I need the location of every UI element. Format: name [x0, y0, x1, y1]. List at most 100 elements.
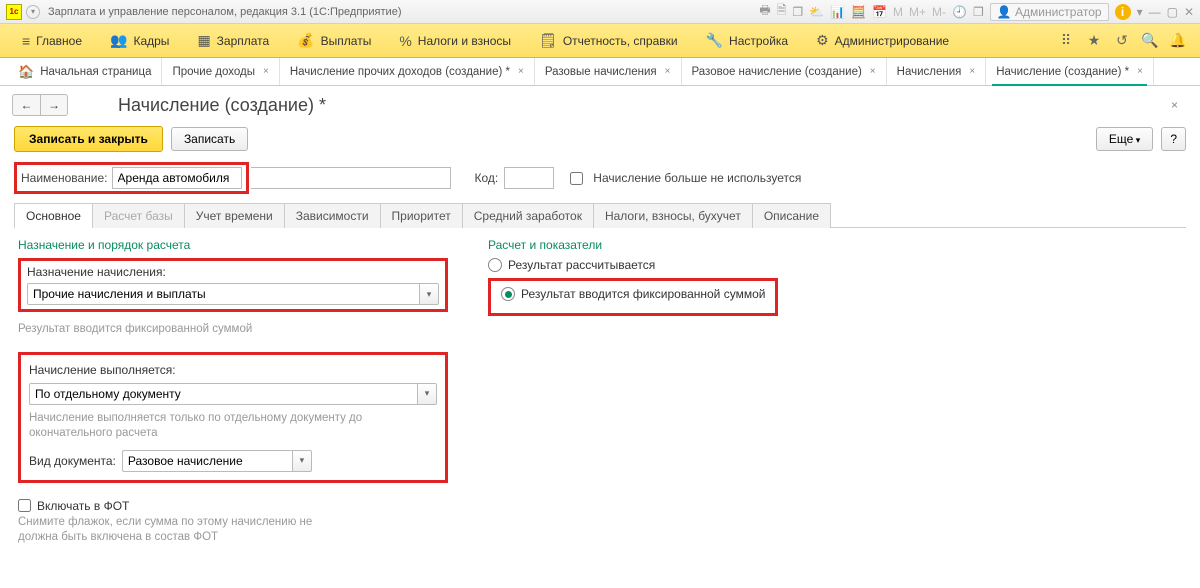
radio-label: Результат вводится фиксированной суммой: [521, 287, 765, 301]
subtab-desc[interactable]: Описание: [752, 203, 831, 228]
exec-input[interactable]: [29, 383, 417, 405]
help-button[interactable]: ?: [1161, 127, 1186, 151]
close-icon[interactable]: ×: [518, 66, 524, 77]
assign-input[interactable]: [27, 283, 419, 305]
nav-main[interactable]: ≡Главное: [8, 33, 96, 49]
tab-item[interactable]: Разовое начисление (создание)×: [682, 58, 887, 85]
nav-settings[interactable]: 🔧Настройка: [692, 32, 803, 49]
doc-type-line: Вид документа:: [29, 450, 437, 472]
highlight-fixed-result: Результат вводится фиксированной суммой: [488, 278, 778, 316]
calendar-icon[interactable]: 📅: [872, 5, 887, 19]
history-icon[interactable]: ↺: [1112, 32, 1132, 49]
window-icon[interactable]: ❐: [973, 5, 984, 19]
doc-combo[interactable]: [122, 450, 312, 472]
people-icon: 👥: [110, 32, 127, 49]
nav-taxes[interactable]: %Налоги и взносы: [385, 33, 525, 49]
doc-input[interactable]: [122, 450, 292, 472]
tab-item[interactable]: Разовые начисления×: [535, 58, 682, 85]
m-plus-icon[interactable]: M+: [909, 5, 926, 19]
name-input[interactable]: [112, 167, 242, 189]
m-icon[interactable]: M: [893, 5, 903, 19]
doc-dropdown-button[interactable]: [292, 450, 312, 472]
close-icon[interactable]: ×: [969, 66, 975, 77]
app-logo: 1c: [6, 4, 22, 20]
doc-label: Вид документа:: [29, 454, 116, 468]
highlight-execution: Начисление выполняется: Начисление выпол…: [18, 352, 448, 483]
m-minus-icon[interactable]: M-: [932, 5, 946, 19]
tab-item[interactable]: Начисление прочих доходов (создание) *×: [280, 58, 535, 85]
right-column: Расчет и показатели Результат рассчитыва…: [488, 238, 918, 483]
nav-reports[interactable]: 🗒Отчетность, справки: [525, 32, 692, 49]
section-title-purpose: Назначение и порядок расчета: [18, 238, 448, 252]
radio-calculated[interactable]: Результат рассчитывается: [488, 258, 918, 272]
close-icon[interactable]: ×: [870, 66, 876, 77]
subtab-avg[interactable]: Средний заработок: [462, 203, 594, 228]
assign-combo[interactable]: [27, 283, 439, 305]
subtab-main[interactable]: Основное: [14, 203, 93, 228]
exec-dropdown-button[interactable]: [417, 383, 437, 405]
subtab-base[interactable]: Расчет базы: [92, 203, 185, 228]
close-icon[interactable]: ×: [263, 66, 269, 77]
subtab-priority[interactable]: Приоритет: [380, 203, 463, 228]
radio-label: Результат рассчитывается: [508, 258, 655, 272]
system-menu-dropdown[interactable]: [26, 5, 40, 19]
cloud-icon[interactable]: ⛅: [809, 5, 824, 19]
nav-salary[interactable]: ▦Зарплата: [183, 32, 283, 49]
name-input-ext[interactable]: [251, 167, 451, 189]
user-button[interactable]: 👤 Администратор: [990, 3, 1109, 21]
exec-hint: Начисление выполняется только по отдельн…: [29, 411, 437, 442]
tab-item[interactable]: Прочие доходы×: [162, 58, 279, 85]
subtab-taxes[interactable]: Налоги, взносы, бухучет: [593, 203, 753, 228]
minimize-icon[interactable]: —: [1149, 5, 1161, 19]
doc-icon[interactable]: 🗎: [777, 1, 787, 22]
highlight-assignment: Назначение начисления:: [18, 258, 448, 312]
bell-icon[interactable]: 🔔: [1168, 32, 1188, 49]
window-title: Зарплата и управление персоналом, редакц…: [48, 6, 759, 18]
search-icon[interactable]: 🔍: [1140, 32, 1160, 49]
forward-button[interactable]: →: [40, 94, 68, 116]
tab-home[interactable]: 🏠Начальная страница: [8, 58, 162, 85]
subtab-deps[interactable]: Зависимости: [284, 203, 381, 228]
exec-combo[interactable]: [29, 383, 437, 405]
save-icon[interactable]: ❐: [792, 5, 803, 19]
tab-item[interactable]: Начисления×: [887, 58, 987, 85]
code-input[interactable]: [504, 167, 554, 189]
save-button[interactable]: Записать: [171, 127, 248, 151]
calc-icon[interactable]: 🧮: [851, 5, 866, 19]
wrench-icon: 🔧: [706, 32, 723, 49]
more-button[interactable]: Еще: [1096, 127, 1153, 151]
fot-checkbox[interactable]: [18, 499, 31, 512]
radio-fixed[interactable]: Результат вводится фиксированной суммой: [501, 287, 765, 301]
nav-admin[interactable]: ⚙Администрирование: [802, 32, 963, 49]
apps-icon[interactable]: ⠿: [1056, 32, 1076, 49]
menu-icon: ≡: [22, 33, 30, 49]
section-title-calc: Расчет и показатели: [488, 238, 918, 252]
dropdown-icon[interactable]: ▾: [1137, 5, 1143, 19]
assign-label: Назначение начисления:: [27, 265, 166, 279]
back-button[interactable]: ←: [12, 94, 40, 116]
stats-icon[interactable]: 📊: [830, 5, 845, 19]
fot-hint: Снимите флажок, если сумма по этому начи…: [18, 515, 348, 546]
nav-hr[interactable]: 👥Кадры: [96, 32, 183, 49]
maximize-icon[interactable]: ▢: [1167, 5, 1178, 19]
print-icon[interactable]: 🖶: [759, 1, 770, 22]
exec-label: Начисление выполняется:: [29, 363, 176, 377]
clock-icon[interactable]: 🕘: [952, 5, 967, 19]
nav-buttons: ← →: [12, 94, 68, 116]
info-icon[interactable]: i: [1115, 4, 1131, 20]
close-icon[interactable]: ✕: [1184, 5, 1194, 19]
close-page-button[interactable]: ×: [1171, 98, 1178, 112]
star-icon[interactable]: ★: [1084, 32, 1104, 49]
tab-item-active[interactable]: Начисление (создание) *×: [986, 58, 1154, 85]
left-column: Назначение и порядок расчета Назначение …: [18, 238, 448, 483]
action-bar: Записать и закрыть Записать Еще ?: [0, 120, 1200, 162]
assign-dropdown-button[interactable]: [419, 283, 439, 305]
main-navigation: ≡Главное 👥Кадры ▦Зарплата 💰Выплаты %Нало…: [0, 24, 1200, 58]
sub-tabs: Основное Расчет базы Учет времени Зависи…: [14, 202, 1186, 228]
save-and-close-button[interactable]: Записать и закрыть: [14, 126, 163, 152]
close-icon[interactable]: ×: [665, 66, 671, 77]
close-icon[interactable]: ×: [1137, 66, 1143, 77]
unused-checkbox[interactable]: [570, 172, 583, 185]
nav-payments[interactable]: 💰Выплаты: [283, 32, 385, 49]
subtab-time[interactable]: Учет времени: [184, 203, 285, 228]
